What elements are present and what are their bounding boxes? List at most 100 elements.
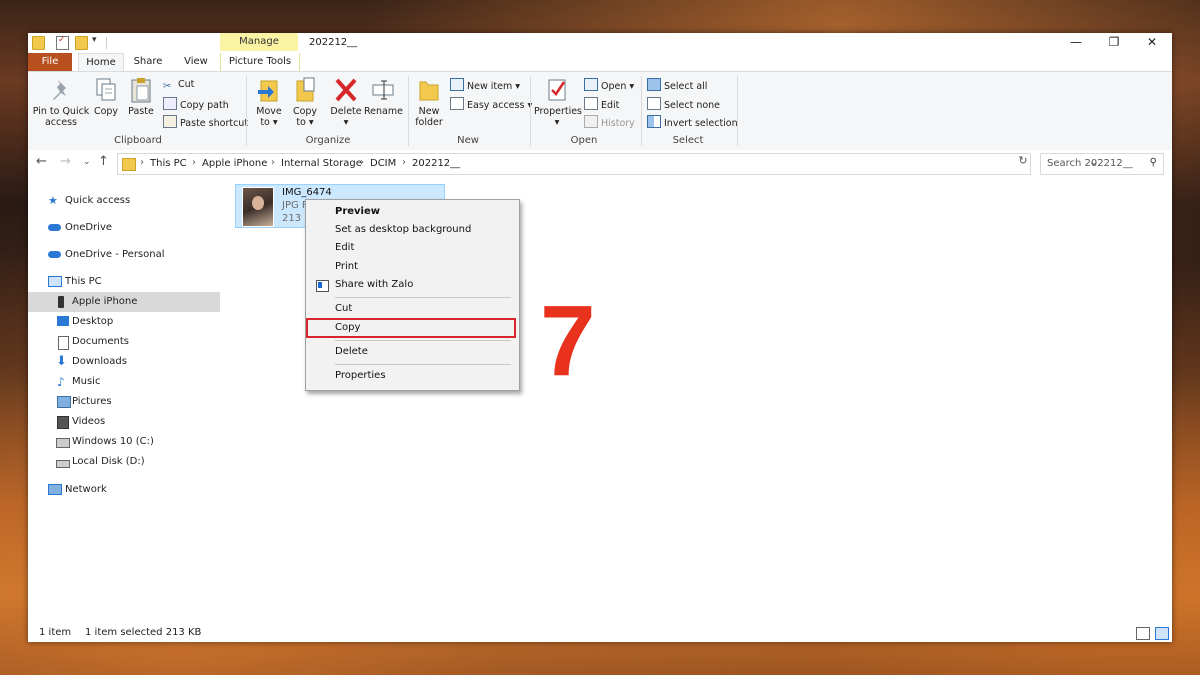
paste-label: Paste <box>128 106 154 117</box>
new-folder-quick-icon[interactable] <box>75 36 88 50</box>
easy-access-button[interactable]: Easy access ▾ <box>450 97 532 111</box>
breadcrumb-apple-iphone[interactable]: Apple iPhone <box>202 158 267 169</box>
pin-label: Pin to Quick <box>32 106 90 117</box>
copy-to-button[interactable]: Copy to ▾ <box>288 76 322 128</box>
maximize-button[interactable]: ❐ <box>1094 33 1134 53</box>
properties-quick-icon[interactable] <box>56 35 69 50</box>
copy-button[interactable]: Copy <box>90 76 122 117</box>
menu-item-preview[interactable]: Preview <box>308 203 517 221</box>
address-bar[interactable]: › This PC › Apple iPhone › Internal Stor… <box>117 153 1098 175</box>
details-view-icon[interactable] <box>1136 627 1150 640</box>
sidebar-item-this-pc[interactable]: This PC <box>28 272 220 292</box>
tab-file[interactable]: File <box>28 53 72 71</box>
minimize-button[interactable]: — <box>1056 33 1096 53</box>
move-to-button[interactable]: Move to ▾ <box>252 76 286 128</box>
sidebar-item-label: Apple iPhone <box>72 296 138 307</box>
back-arrow-icon[interactable]: ← <box>36 154 47 169</box>
select-all-button[interactable]: Select all <box>647 78 707 92</box>
menu-item-cut[interactable]: Cut <box>308 300 517 318</box>
recent-locations-chevron-icon[interactable]: ⌄ <box>83 157 91 167</box>
folder-icon <box>32 36 45 50</box>
search-input[interactable]: Search 202212__ ⚲ <box>1040 153 1164 175</box>
ribbon-tabs: File Home Share View Picture Tools ⌃ ? <box>28 53 1172 87</box>
large-icons-view-icon[interactable] <box>1155 627 1169 640</box>
copy-path-button[interactable]: Copy path <box>163 97 229 111</box>
sidebar-item-local-disk-d[interactable]: Local Disk (D:) <box>28 452 220 472</box>
history-button[interactable]: History <box>584 115 635 129</box>
rename-icon <box>370 76 396 104</box>
menu-item-delete[interactable]: Delete <box>308 343 517 361</box>
properties-button[interactable]: Properties ▾ <box>534 76 583 128</box>
sidebar-item-quick-access[interactable]: ★ Quick access <box>28 191 220 211</box>
breadcrumb-separator: › <box>192 157 196 168</box>
cloud-icon <box>48 224 61 231</box>
move-to-label-line2: to ▾ <box>260 117 278 128</box>
refresh-icon[interactable]: ↻ <box>1016 154 1030 168</box>
scissors-icon: ✂ <box>163 81 172 92</box>
tab-home[interactable]: Home <box>78 53 124 72</box>
tab-picture-tools[interactable]: Picture Tools <box>220 53 300 71</box>
properties-label: Properties <box>534 106 583 117</box>
divider <box>737 76 738 146</box>
sidebar-item-network[interactable]: Network <box>28 480 220 500</box>
select-none-button[interactable]: Select none <box>647 97 720 111</box>
menu-item-edit[interactable]: Edit <box>308 239 517 257</box>
sidebar-item-downloads[interactable]: ⬇ Downloads <box>28 352 220 372</box>
menu-item-label: Print <box>335 261 359 272</box>
cut-button[interactable]: ✂ Cut <box>163 78 194 92</box>
pin-quick-access-button[interactable]: Pin to Quick access <box>32 76 90 128</box>
menu-item-properties[interactable]: Properties <box>308 367 517 385</box>
edit-button[interactable]: Edit <box>584 97 619 111</box>
paste-icon <box>128 76 154 104</box>
menu-item-label: Edit <box>335 242 355 253</box>
navigation-bar: ← → ⌄ ↑ › This PC › Apple iPhone › Inter… <box>28 150 1172 176</box>
ribbon: Pin to Quick access Copy Paste ✂ Cut Copy… <box>28 71 1172 151</box>
new-item-button[interactable]: New item ▾ <box>450 78 520 92</box>
tab-view[interactable]: View <box>176 53 216 71</box>
breadcrumb-internal-storage[interactable]: Internal Storage <box>281 158 362 169</box>
desktop-icon <box>57 316 69 326</box>
close-button[interactable]: ✕ <box>1132 33 1172 53</box>
delete-x-icon <box>333 76 359 104</box>
divider <box>106 37 107 49</box>
new-folder-button[interactable]: New folder <box>412 76 446 128</box>
up-arrow-icon[interactable]: ↑ <box>98 154 109 169</box>
sidebar-item-desktop[interactable]: Desktop <box>28 312 220 332</box>
paste-button[interactable]: Paste <box>126 76 156 117</box>
menu-item-label: Properties <box>335 370 386 381</box>
file-type: JPG F <box>282 200 308 211</box>
copy-to-label-line2: to ▾ <box>296 117 314 128</box>
cut-label: Cut <box>178 79 195 90</box>
rename-button[interactable]: Rename <box>364 76 403 117</box>
breadcrumb-this-pc[interactable]: This PC <box>150 158 187 169</box>
history-label: History <box>601 118 635 129</box>
sidebar-item-onedrive[interactable]: OneDrive <box>28 218 220 238</box>
new-folder-label-line2: folder <box>415 117 443 128</box>
forward-arrow-icon[interactable]: → <box>60 154 71 169</box>
customize-toolbar-arrow-icon[interactable]: ▾ <box>92 35 97 45</box>
sidebar-item-onedrive-personal[interactable]: OneDrive - Personal <box>28 245 220 265</box>
sidebar-item-videos[interactable]: Videos <box>28 412 220 432</box>
open-button[interactable]: Open ▾ <box>584 78 634 92</box>
move-to-icon <box>256 76 282 104</box>
invert-selection-button[interactable]: Invert selection <box>647 115 738 129</box>
window-title: 202212__ <box>309 37 358 48</box>
paste-shortcut-button[interactable]: Paste shortcut <box>163 115 248 129</box>
sidebar-item-music[interactable]: ♪ Music <box>28 372 220 392</box>
sidebar-item-documents[interactable]: Documents <box>28 332 220 352</box>
sidebar-item-pictures[interactable]: Pictures <box>28 392 220 412</box>
menu-item-share-with-zalo[interactable]: Share with Zalo <box>308 276 517 294</box>
breadcrumb-dcim[interactable]: DCIM <box>370 158 396 169</box>
sidebar-item-apple-iphone[interactable]: Apple iPhone <box>28 292 220 312</box>
breadcrumb-202212[interactable]: 202212__ <box>412 158 460 169</box>
menu-item-print[interactable]: Print <box>308 258 517 276</box>
delete-button[interactable]: Delete ▾ <box>328 76 364 128</box>
search-placeholder: Search 202212__ <box>1047 158 1133 169</box>
group-label-new: New <box>457 135 479 146</box>
invert-selection-icon <box>647 115 661 128</box>
menu-item-set-desktop-background[interactable]: Set as desktop background <box>308 221 517 239</box>
properties-icon <box>544 76 570 104</box>
sidebar-item-windows-c[interactable]: Windows 10 (C:) <box>28 432 220 452</box>
tab-share[interactable]: Share <box>128 53 168 71</box>
paste-shortcut-label: Paste shortcut <box>180 118 249 129</box>
